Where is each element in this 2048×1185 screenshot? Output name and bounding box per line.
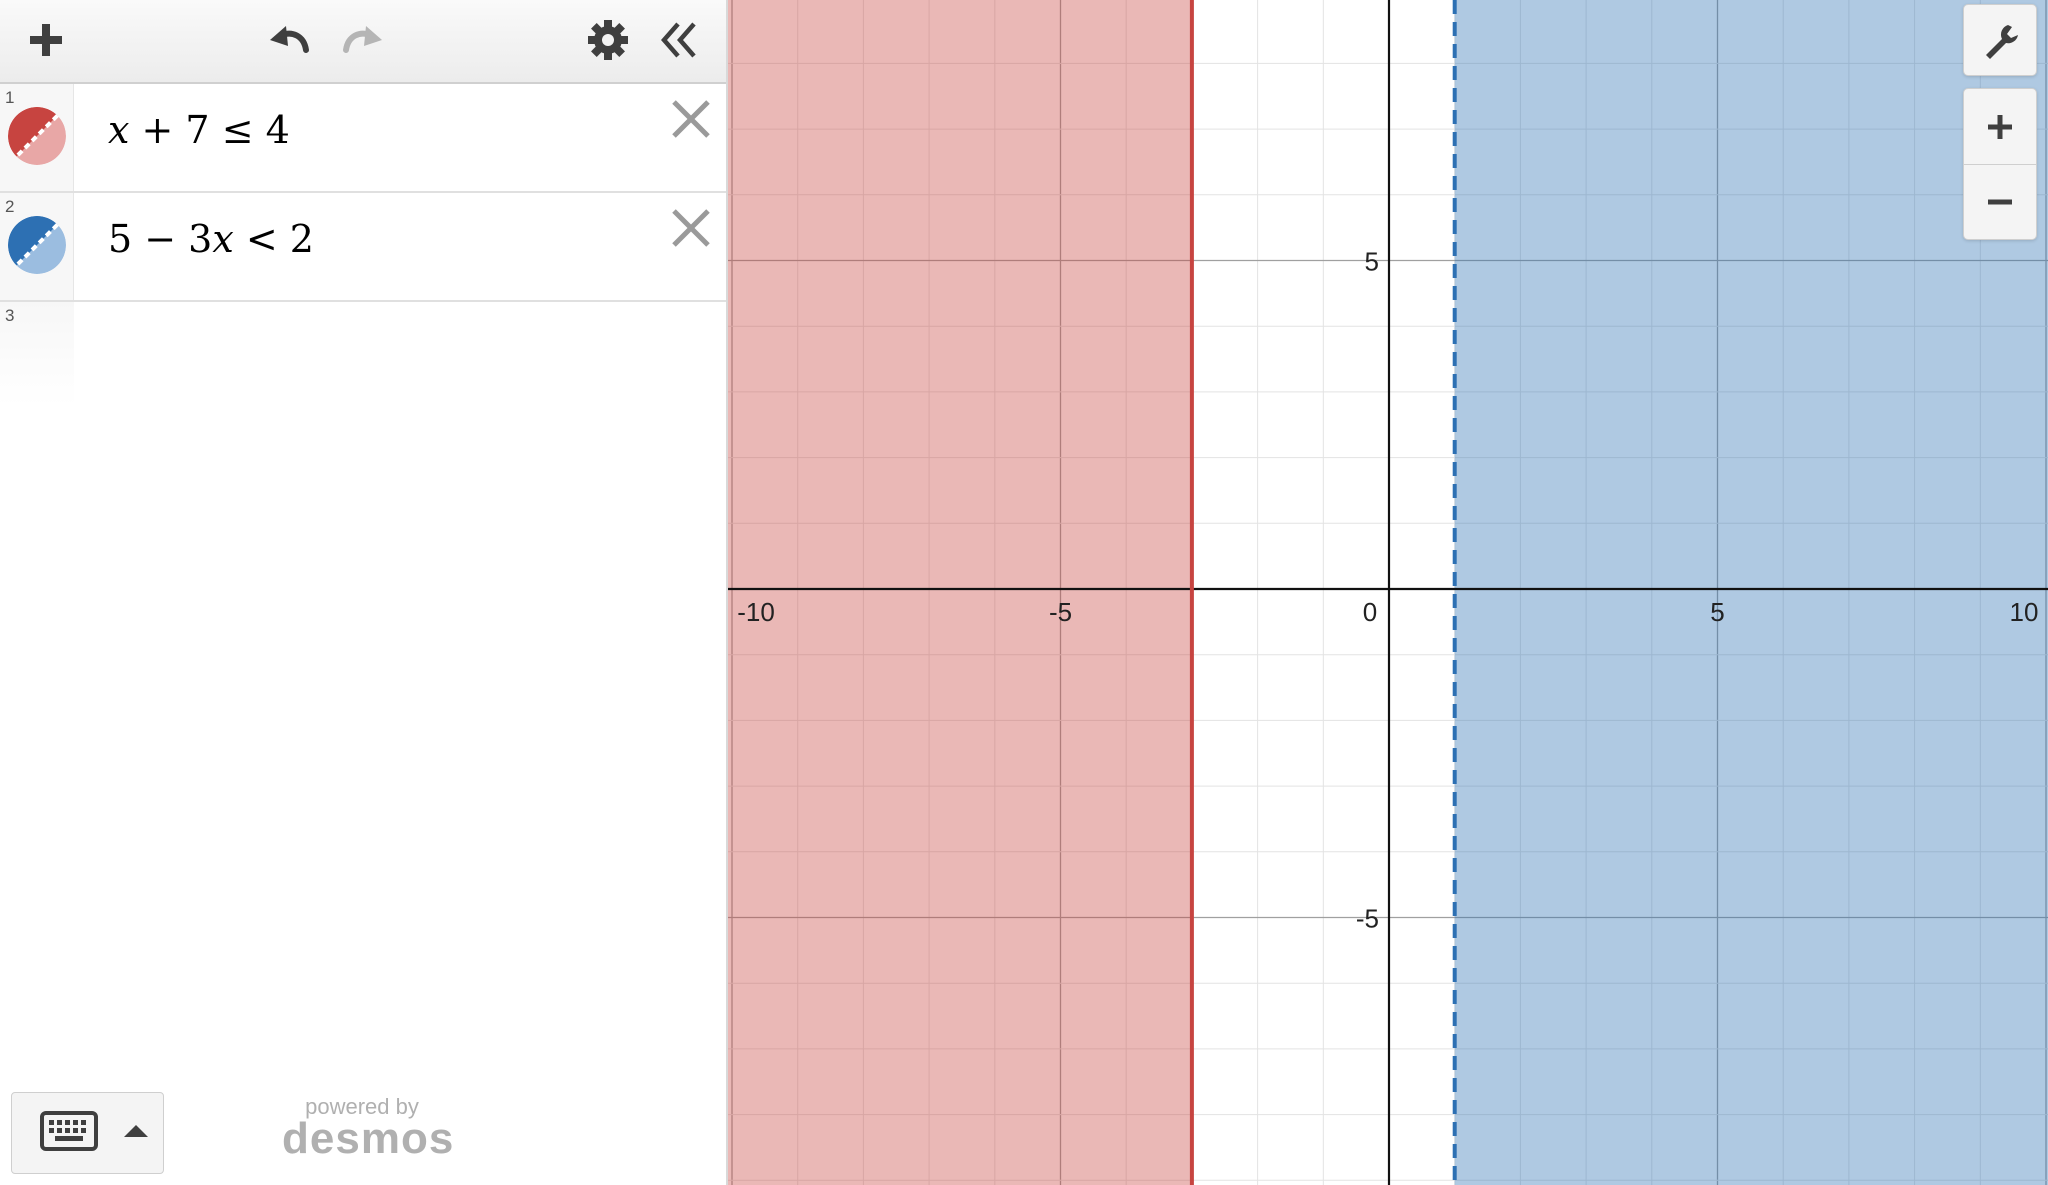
delete-expression-button[interactable]: [666, 203, 716, 253]
graph-area[interactable]: -10 -5 0 5 10 5 -5: [728, 0, 2048, 1185]
wrench-icon: [1986, 25, 2018, 59]
formula-variable: x: [108, 108, 130, 152]
zoom-in-button[interactable]: [1964, 91, 2036, 163]
expression-gutter: 2: [0, 193, 74, 300]
plus-icon: [30, 24, 62, 56]
graph-canvas[interactable]: -10 -5 0 5 10 5 -5: [728, 0, 2048, 1185]
undo-button[interactable]: [260, 10, 320, 70]
expression-formula[interactable]: 5 − 3x < 2: [108, 217, 314, 261]
close-icon: [672, 100, 710, 138]
powered-by-desmos[interactable]: powered by desmos: [282, 1094, 455, 1164]
x-tick-label: -5: [1049, 597, 1072, 627]
formula-text: < 2: [233, 217, 314, 261]
close-icon: [672, 209, 710, 247]
add-expression-button[interactable]: [16, 10, 76, 70]
expression-toolbar: [0, 0, 726, 84]
color-toggle-icon[interactable]: [8, 216, 66, 274]
zoom-controls: [1963, 88, 2037, 240]
keyboard-icon: [40, 1111, 148, 1151]
gear-icon: [588, 20, 628, 60]
undo-icon: [270, 26, 309, 53]
zoom-divider: [1964, 164, 2036, 165]
graph-settings-control: [1963, 4, 2037, 76]
graph-settings-button[interactable]: [1964, 5, 2036, 77]
formula-text: 5 − 3: [108, 217, 213, 261]
inequality-region: [728, 0, 1192, 1185]
expression-index: 3: [5, 306, 15, 325]
expression-row[interactable]: 1 x + 7 ≤ 4: [0, 84, 726, 193]
double-chevron-left-icon: [661, 22, 696, 58]
x-tick-label: -10: [737, 597, 775, 627]
keyboard-toggle-button[interactable]: [11, 1092, 164, 1174]
redo-button[interactable]: [332, 10, 392, 70]
x-tick-label: 0: [1363, 597, 1377, 627]
settings-button[interactable]: [578, 10, 638, 70]
zoom-in-icon: [1988, 115, 2012, 139]
x-tick-label: 10: [2010, 597, 2039, 627]
collapse-panel-button[interactable]: [650, 10, 710, 70]
expression-panel: 1 x + 7 ≤ 4 2 5 − 3x < 2 3 powered by de…: [0, 0, 728, 1185]
new-expression-gutter[interactable]: 3: [0, 302, 74, 406]
formula-text: + 7 ≤ 4: [129, 108, 290, 152]
desmos-logo-text: desmos: [282, 1114, 455, 1163]
formula-variable: x: [212, 217, 234, 261]
expression-index: 1: [5, 88, 15, 107]
color-toggle-icon[interactable]: [8, 107, 66, 165]
y-tick-label: 5: [1365, 247, 1379, 277]
x-tick-label: 5: [1710, 597, 1724, 627]
expression-formula[interactable]: x + 7 ≤ 4: [108, 108, 290, 152]
delete-expression-button[interactable]: [666, 94, 716, 144]
zoom-out-button[interactable]: [1964, 166, 2036, 238]
y-tick-label: -5: [1356, 904, 1379, 934]
expression-index: 2: [5, 197, 15, 216]
zoom-out-icon: [1988, 199, 2012, 205]
redo-icon: [343, 26, 382, 53]
expression-row[interactable]: 2 5 − 3x < 2: [0, 193, 726, 302]
expression-gutter: 1: [0, 84, 74, 191]
inequality-region: [1454, 0, 2048, 1185]
